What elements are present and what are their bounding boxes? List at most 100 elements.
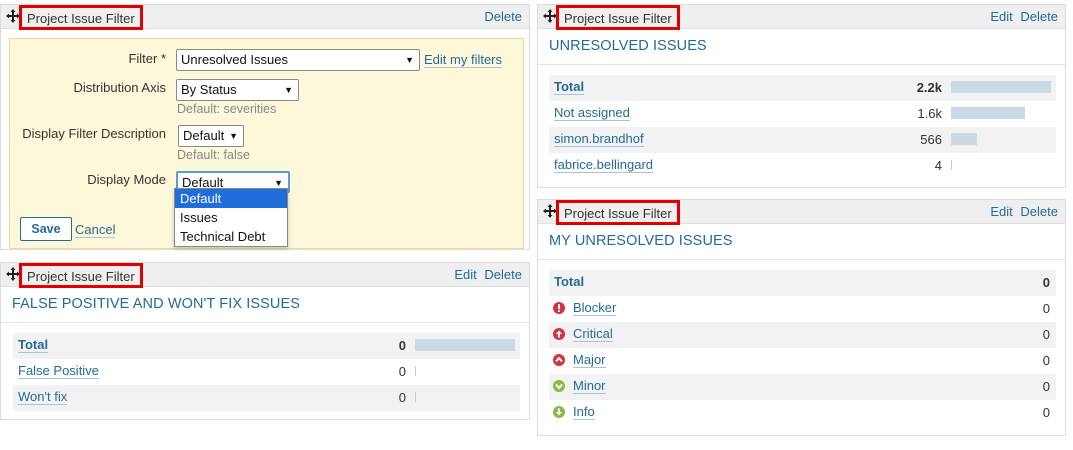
axis-select[interactable]: By Status ▼ <box>176 79 299 101</box>
delete-link[interactable]: Delete <box>1020 9 1058 24</box>
section-heading: FALSE POSITIVE AND WON'T FIX ISSUES <box>12 296 301 312</box>
section-heading: MY UNRESOLVED ISSUES <box>549 233 733 249</box>
widget-unresolved: Project Issue Filter Edit Delete UNRESOL… <box>537 4 1066 188</box>
row-value: 0 <box>1042 327 1050 342</box>
desc-label: Display Filter Description <box>22 126 166 141</box>
severity-table: Total 0 Blocker 0 Critical 0 Major 0 Minor 0 Info 0 <box>549 270 1056 426</box>
distribution-bar <box>951 81 1051 93</box>
axis-label: Distribution Axis <box>73 80 166 95</box>
distribution-bar <box>415 366 416 376</box>
minor-icon <box>553 380 565 392</box>
row-value: 1.6k <box>917 106 942 121</box>
table-row: Won't fix 0 <box>13 385 520 411</box>
row-value: 0 <box>1042 301 1050 316</box>
mode-option[interactable]: Issues <box>175 208 287 227</box>
widget-title: Project Issue Filter <box>556 200 680 225</box>
divider <box>538 259 1065 260</box>
distribution-bar <box>951 160 952 170</box>
distribution-bar <box>415 392 416 402</box>
row-label-link[interactable]: Total <box>18 337 49 353</box>
table-row: False Positive 0 <box>13 359 520 385</box>
critical-icon <box>553 328 565 340</box>
major-icon <box>553 354 565 366</box>
table-row: Not assigned 1.6k <box>549 101 1056 127</box>
row-value: 0 <box>1042 275 1050 290</box>
table-row: Blocker 0 <box>549 296 1056 322</box>
row-value: 566 <box>920 132 942 147</box>
issues-table: Total 2.2k Not assigned 1.6k simon.brandhof 5… <box>549 75 1056 179</box>
edit-my-filters-link[interactable]: Edit my filters <box>424 52 503 68</box>
divider <box>538 64 1065 65</box>
row-label-link[interactable]: Not assigned <box>554 105 630 121</box>
row-label-link[interactable]: fabrice.bellingard <box>554 157 654 173</box>
row-label-link[interactable]: simon.brandhof <box>554 131 644 147</box>
move-icon[interactable] <box>6 9 20 23</box>
info-icon <box>553 406 565 418</box>
desc-select-value: Default <box>183 128 225 143</box>
row-label-link[interactable]: Critical <box>573 326 613 342</box>
distribution-bar <box>415 339 515 351</box>
row-value: 0 <box>398 364 406 379</box>
table-row: Total 0 <box>13 333 520 359</box>
delete-link[interactable]: Delete <box>484 9 522 24</box>
widget-title: Project Issue Filter <box>556 5 680 30</box>
edit-link[interactable]: Edit <box>990 204 1012 219</box>
row-label-link[interactable]: False Positive <box>18 363 99 379</box>
filter-label: Filter * <box>128 51 166 66</box>
table-row: Major 0 <box>549 348 1056 374</box>
divider <box>1 322 529 323</box>
move-icon[interactable] <box>6 267 20 281</box>
table-row: Minor 0 <box>549 374 1056 400</box>
widget-my-unresolved: Project Issue Filter Edit Delete MY UNRE… <box>537 199 1066 436</box>
distribution-bar <box>951 133 977 145</box>
caret-down-icon: ▼ <box>405 55 414 65</box>
filter-select[interactable]: Unresolved Issues ▼ <box>176 49 420 71</box>
widget-false-positive: Project Issue Filter Edit Delete FALSE P… <box>0 262 530 420</box>
row-label-link[interactable]: Won't fix <box>18 389 68 405</box>
mode-option[interactable]: Default <box>175 189 287 208</box>
caret-down-icon: ▼ <box>284 85 293 95</box>
mode-option[interactable]: Technical Debt <box>175 227 287 246</box>
widget-header: Project Issue Filter Edit Delete <box>538 5 1065 30</box>
caret-down-icon: ▼ <box>229 131 238 141</box>
mode-label: Display Mode <box>87 172 166 187</box>
table-row: Critical 0 <box>549 322 1056 348</box>
mode-dropdown: Default Issues Technical Debt <box>174 188 288 247</box>
row-value: 0 <box>1042 379 1050 394</box>
move-icon[interactable] <box>543 9 557 23</box>
delete-link[interactable]: Delete <box>484 267 522 282</box>
table-row: Info 0 <box>549 400 1056 426</box>
row-label-link[interactable]: Major <box>573 352 606 368</box>
issues-table: Total 0 False Positive 0 Won't fix 0 <box>13 333 520 411</box>
filter-select-value: Unresolved Issues <box>181 52 288 67</box>
save-button[interactable]: Save <box>20 217 72 241</box>
row-value: 0 <box>1042 405 1050 420</box>
row-label-link[interactable]: Blocker <box>573 300 617 316</box>
row-label-link[interactable]: Info <box>573 404 595 420</box>
widget-title: Project Issue Filter <box>19 5 143 30</box>
table-row: Total 0 <box>549 270 1056 296</box>
widget-header: Project Issue Filter Edit Delete <box>538 200 1065 225</box>
row-value: 0 <box>398 338 406 353</box>
table-row: fabrice.bellingard 4 <box>549 153 1056 179</box>
row-label-link[interactable]: Total <box>554 79 585 95</box>
move-icon[interactable] <box>543 204 557 218</box>
desc-select[interactable]: Default ▼ <box>178 125 244 147</box>
row-value: 0 <box>1042 353 1050 368</box>
delete-link[interactable]: Delete <box>1020 204 1058 219</box>
edit-link[interactable]: Edit <box>454 267 476 282</box>
row-value: 4 <box>934 158 942 173</box>
widget-header: Project Issue Filter Edit Delete <box>1 263 529 288</box>
desc-default: Default: false <box>177 148 250 162</box>
blocker-icon <box>553 302 565 314</box>
edit-link[interactable]: Edit <box>990 9 1012 24</box>
distribution-bar <box>951 107 1025 119</box>
widget-title: Project Issue Filter <box>19 263 143 288</box>
row-label-link[interactable]: Total <box>554 274 584 289</box>
axis-default: Default: severities <box>177 102 277 116</box>
section-heading: UNRESOLVED ISSUES <box>549 38 707 54</box>
row-value: 2.2k <box>916 80 942 95</box>
cancel-link[interactable]: Cancel <box>75 222 116 238</box>
table-row: simon.brandhof 566 <box>549 127 1056 153</box>
row-label-link[interactable]: Minor <box>573 378 606 394</box>
